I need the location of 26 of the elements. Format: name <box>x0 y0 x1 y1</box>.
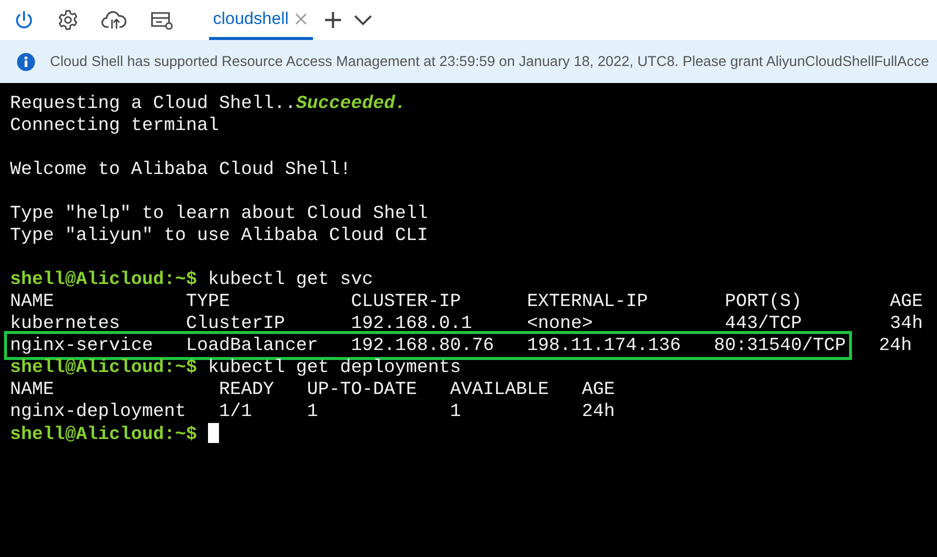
terminal-text: Connecting terminal <box>10 115 219 136</box>
chevron-down-icon[interactable] <box>352 13 373 27</box>
storage-icon[interactable] <box>149 9 175 31</box>
terminal-text: Type "aliyun" to use Alibaba Cloud CLI <box>10 225 428 246</box>
shell-prompt: shell@Alicloud:~$ <box>10 269 197 290</box>
close-icon[interactable] <box>294 12 307 24</box>
power-icon[interactable] <box>13 9 35 31</box>
terminal-text: Type "help" to learn about Cloud Shell <box>10 203 428 224</box>
terminal-text: kubernetes ClusterIP 192.168.0.1 <none> 443/TCP 34h <box>10 313 923 334</box>
terminal-text: NAME READY UP-TO-DATE AVAILABLE AGE <box>10 379 615 400</box>
terminal-text: Welcome to Alibaba Cloud Shell! <box>10 159 351 180</box>
shell-prompt: shell@Alicloud:~$ <box>10 424 197 445</box>
terminal-text: Requesting a Cloud Shell.. <box>10 93 296 114</box>
cloud-upload-icon[interactable] <box>101 9 127 31</box>
notice-text: Cloud Shell has supported Resource Access Management at 23:59:59 on January 18, 2022, UTC8. Please grant AliyunCloudShellFullAcce <box>50 54 929 70</box>
highlighted-output: nginx-service LoadBalancer 192.168.80.76 198.11.174.136 80:31540/TCP <box>4 331 852 360</box>
add-tab-icon[interactable] <box>322 10 343 30</box>
info-icon <box>17 52 35 70</box>
terminal-text: 24h <box>878 335 912 356</box>
terminal-text: nginx-deployment 1/1 1 1 24h <box>10 401 615 422</box>
settings-icon[interactable] <box>57 9 79 31</box>
shell-prompt: shell@Alicloud:~$ <box>10 357 197 378</box>
terminal-text: NAME TYPE CLUSTER-IP EXTERNAL-IP PORT(S) AGE <box>10 291 923 312</box>
terminal-text: kubectl get deployments <box>206 357 461 378</box>
terminal-text: kubectl get svc <box>206 269 373 290</box>
status-text: Succeeded. <box>296 93 406 114</box>
